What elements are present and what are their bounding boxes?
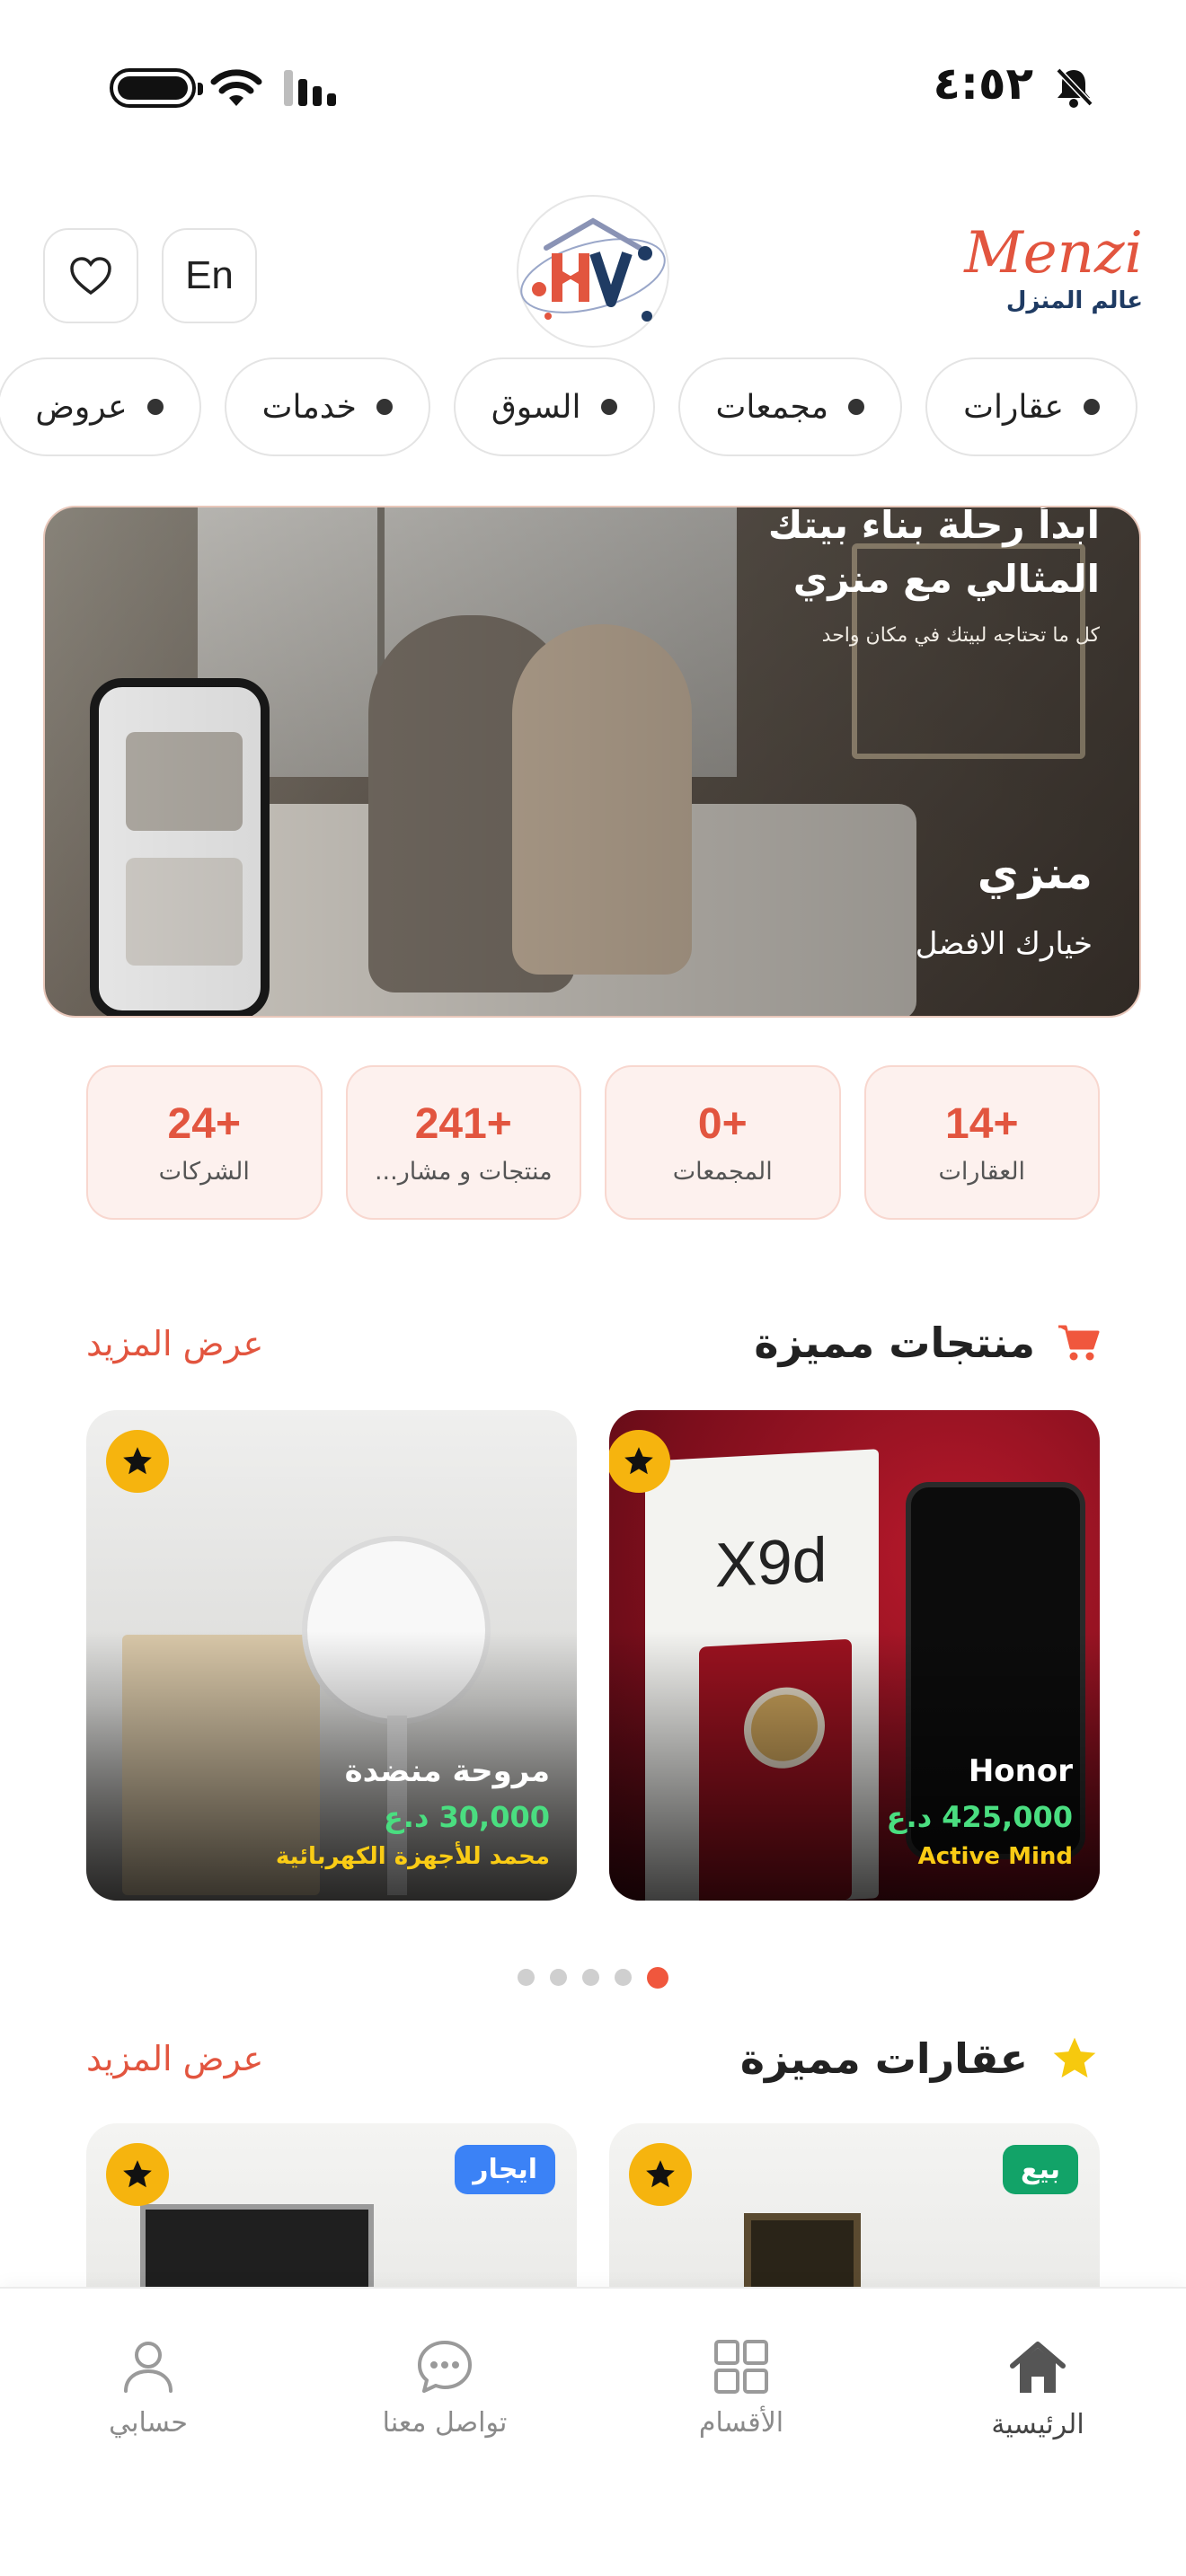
property-image [744,2213,861,2290]
hero-tagline: خيارك الافضل [915,926,1093,962]
pager-dot-active[interactable] [647,1967,668,1989]
pager-dot[interactable] [550,1969,567,1986]
bullet-icon [848,399,865,415]
signal-icon [284,66,336,106]
star-icon [629,2143,692,2206]
stat-products[interactable]: +241 منتجات و مشار... [345,1065,581,1220]
stat-compounds[interactable]: +0 المجمعات [605,1065,841,1220]
property-image [140,2204,374,2290]
nav-account[interactable]: حسابي [0,2339,296,2440]
star-icon [106,1430,169,1493]
stat-value: +14 [945,1100,1019,1148]
chat-icon [418,2341,472,2393]
pager-dot[interactable] [615,1969,632,1986]
bullet-icon [1084,399,1100,415]
carousel-pager [518,1967,668,1989]
grid-icon [714,2340,768,2394]
chip-compounds[interactable]: مجمعات [677,357,903,456]
bullet-icon [146,399,164,415]
bullet-icon [600,399,617,415]
brand: Menzi عالم المنزل [964,225,1143,314]
hero-headline: ابدأ رحلة بناء بيتك المثالي مع منزي [767,506,1100,601]
hero-subline: كل ما تحتاجه لبيتك في مكان واحد [821,624,1100,647]
brand-name: Menzi [964,220,1143,287]
section-title: عقارات مميزة [740,2033,1100,2084]
nav-label: الأقسام [698,2407,784,2439]
nav-label: حسابي [109,2407,188,2439]
stats-row: +14 العقارات +0 المجمعات +241 منتجات و م… [86,1065,1100,1220]
stat-label: العقارات [938,1158,1026,1186]
bottom-nav: الرئيسية الأقسام تواصل معنا حسابي [0,2287,1186,2576]
chip-label: مجمعات [715,388,829,426]
hero-banner[interactable]: ابدأ رحلة بناء بيتك المثالي مع منزي كل م… [43,506,1141,1018]
nav-label: الرئيسية [991,2409,1084,2440]
bullet-icon [376,399,393,415]
nav-categories[interactable]: الأقسام [593,2339,890,2440]
see-more-products-link[interactable]: عرض المزيد [86,1324,263,1363]
chip-market[interactable]: السوق [453,357,655,456]
section-title-text: منتجات مميزة [754,1319,1035,1367]
property-card[interactable]: ايجار [86,2123,577,2290]
category-chips: عقارات مجمعات السوق خدمات عروض [0,357,1137,458]
heart-icon [70,257,111,296]
stat-label: الشركات [158,1158,250,1186]
chip-label: عروض [35,388,128,426]
product-price: 30,000 د.ع [383,1800,550,1834]
product-name: Honor [968,1753,1073,1789]
featured-properties-header: عقارات مميزة عرض المزيد [86,2033,1100,2096]
product-card[interactable]: X9d Honor 425,000 د.ع Active Mind [609,1410,1100,1901]
section-title: منتجات مميزة [754,1319,1100,1367]
pager-dot[interactable] [518,1969,535,1986]
wifi-icon [210,69,262,106]
chip-real-estate[interactable]: عقارات [925,357,1137,456]
section-title-text: عقارات مميزة [739,2034,1028,2083]
product-price: 425,000 د.ع [886,1800,1073,1834]
stat-value: +241 [414,1100,512,1148]
chip-offers[interactable]: عروض [0,357,201,456]
pager-dot[interactable] [582,1969,599,1986]
chip-label: السوق [491,388,581,426]
favorites-button[interactable] [43,228,138,323]
chip-label: عقارات [963,388,1064,426]
bell-off-icon [1056,67,1093,108]
hero-title: منزي [977,847,1093,899]
star-icon [609,1430,670,1493]
status-bar: ٤:٥٢ [0,54,1186,126]
app-header: En Menzi عالم المنزل [0,195,1186,348]
stat-label: المجمعات [672,1158,773,1186]
home-icon [1010,2342,1066,2393]
brand-subtitle: عالم المنزل [1005,287,1143,314]
property-card[interactable]: بيع [609,2123,1100,2290]
product-store: محمد للأجهزة الكهربائية [275,1843,550,1870]
stat-value: +24 [167,1100,241,1148]
stat-value: +0 [697,1100,748,1148]
see-more-properties-link[interactable]: عرض المزيد [86,2039,263,2078]
language-button[interactable]: En [162,228,257,323]
nav-home[interactable]: الرئيسية [890,2339,1186,2440]
battery-icon [110,68,203,108]
stat-companies[interactable]: +24 الشركات [86,1065,323,1220]
product-info: Honor 425,000 د.ع Active Mind [887,1753,1073,1870]
nav-contact[interactable]: تواصل معنا [296,2339,593,2440]
featured-products-carousel: X9d Honor 425,000 د.ع Active Mind مروحة … [86,1410,1100,1901]
product-store: Active Mind [917,1843,1073,1870]
chip-label: خدمات [261,388,357,426]
property-rent-tag: ايجار [455,2145,555,2194]
product-info: مروحة منضدة 30,000 د.ع محمد للأجهزة الكه… [276,1753,550,1870]
stat-label: منتجات و مشار... [374,1158,553,1186]
star-icon [106,2143,169,2206]
product-card[interactable]: مروحة منضدة 30,000 د.ع محمد للأجهزة الكه… [86,1410,577,1901]
stat-real-estate[interactable]: +14 العقارات [863,1065,1100,1220]
nav-label: تواصل معنا [382,2407,508,2439]
status-time: ٤:٥٢ [933,57,1033,110]
product-name: مروحة منضدة [344,1753,550,1789]
property-sale-tag: بيع [1002,2145,1078,2194]
cart-icon [1058,1325,1100,1361]
star-icon [1053,2037,1096,2078]
user-icon [124,2342,173,2393]
chip-services[interactable]: خدمات [224,357,430,456]
featured-products-header: منتجات مميزة عرض المزيد [86,1319,1100,1381]
app-logo [517,195,669,348]
featured-properties-carousel: بيع ايجار [86,2123,1100,2290]
